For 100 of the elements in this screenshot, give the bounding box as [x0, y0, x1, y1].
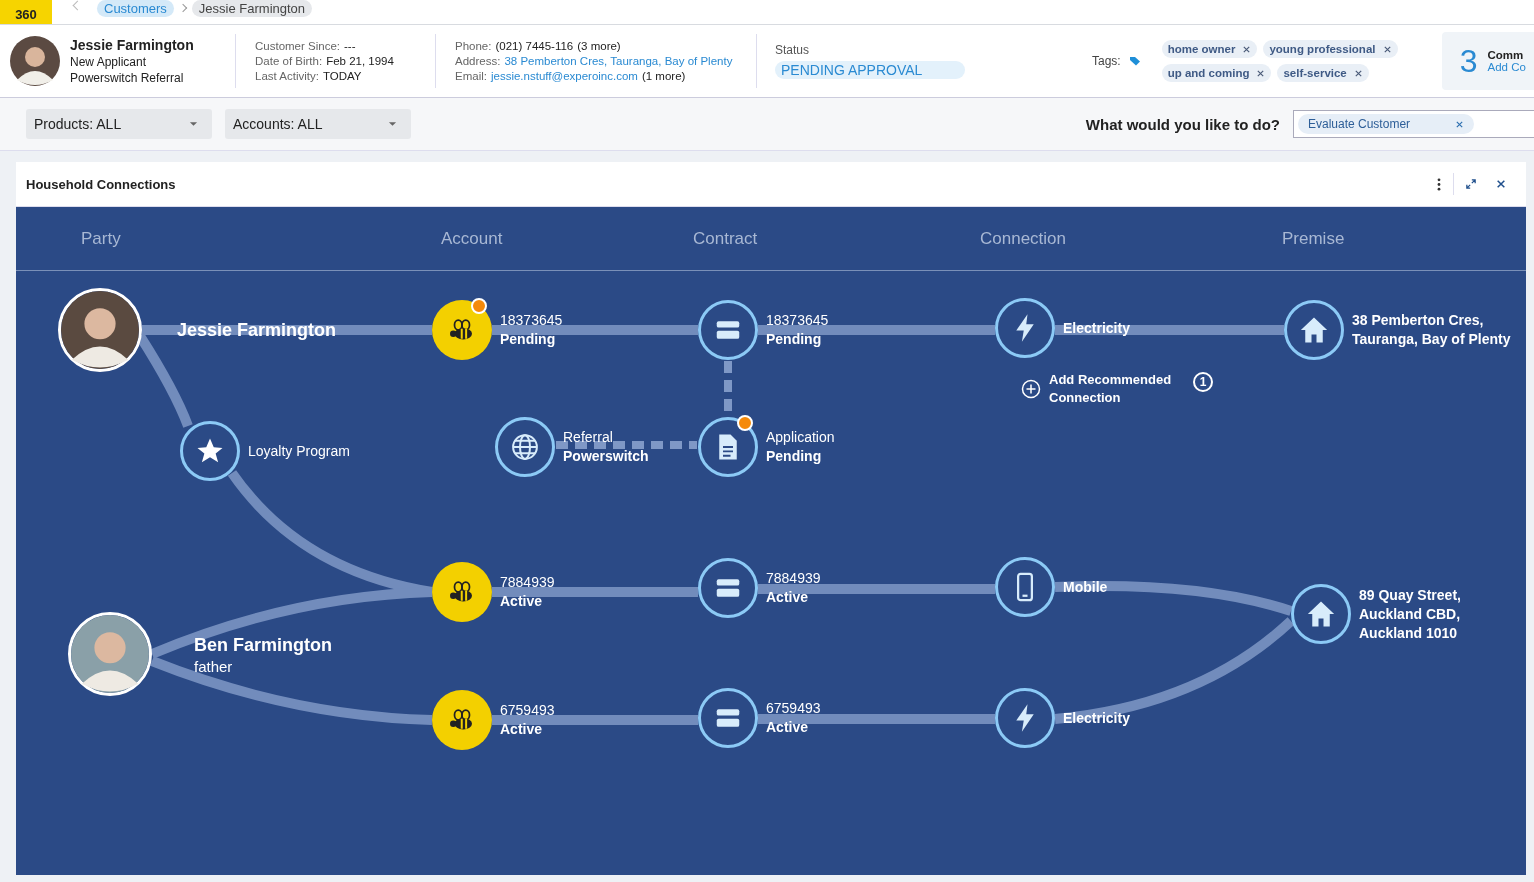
tags-label: Tags: [1092, 54, 1121, 68]
customer-name: Jessie Farmington [70, 37, 195, 53]
detail-value: (021) 7445-116 [495, 40, 574, 52]
tag-icon[interactable] [1128, 55, 1141, 67]
node-label: Jessie Farmington [177, 319, 337, 342]
node-label: Tauranga, Bay of Plenty [1352, 330, 1511, 349]
contract-node[interactable] [698, 688, 758, 748]
detail-link[interactable]: jessie.nstuff@experoinc.com [490, 70, 638, 82]
connection-node[interactable] [995, 688, 1055, 748]
panel-title: Household Connections [26, 176, 176, 192]
more-link[interactable]: (1 more) [641, 70, 686, 82]
app-logo[interactable]: 360 [0, 0, 52, 24]
action-prompt: What would you like to do? [1085, 115, 1280, 133]
node-label: 18373645 [500, 311, 563, 330]
node-label: 7884939 [766, 569, 821, 588]
column-header: Party [81, 228, 121, 249]
node-label: Pending [766, 447, 823, 466]
node-label: 6759493 [500, 701, 555, 720]
tag-chip[interactable]: young professional [1263, 40, 1398, 58]
house-icon [1306, 599, 1336, 629]
comments-title: Comm [1487, 49, 1525, 61]
customer-detail: Powerswitch Referral [70, 71, 185, 85]
node-label: Referral [563, 428, 614, 447]
action-chip[interactable]: Evaluate Customer [1298, 114, 1475, 134]
detail-label: Address: [455, 55, 501, 67]
account-node[interactable] [432, 300, 492, 360]
column-header: Premise [1282, 228, 1345, 249]
remove-icon[interactable] [1242, 44, 1252, 54]
more-link[interactable]: (3 more) [577, 40, 621, 52]
node-label: father [194, 656, 234, 676]
node-label: 7884939 [500, 573, 555, 592]
connection-node[interactable] [995, 298, 1055, 358]
node-label: Pending [500, 330, 557, 349]
account-node[interactable] [432, 562, 492, 622]
tag-chip[interactable]: up and coming [1161, 64, 1272, 82]
node-label: Powerswitch [563, 447, 649, 466]
contract-node[interactable] [698, 558, 758, 618]
filter-dropdown[interactable]: Accounts: ALL [225, 109, 411, 139]
node-label: Active [500, 720, 544, 739]
column-header: Account [441, 228, 503, 249]
column-header: Contract [693, 228, 758, 249]
referral-node[interactable] [495, 417, 555, 477]
tag-text: young professional [1269, 43, 1376, 55]
add-comment-link[interactable]: Add Co [1487, 61, 1526, 73]
remove-icon[interactable] [1382, 44, 1392, 54]
tag-text: home owner [1167, 43, 1236, 55]
filter-dropdown[interactable]: Products: ALL [26, 109, 212, 139]
loyalty-node[interactable] [180, 421, 240, 481]
action-field[interactable]: Evaluate Customer [1293, 110, 1534, 138]
remove-icon[interactable] [1353, 68, 1363, 78]
detail-value: Feb 21, 1994 [326, 55, 394, 67]
node-label: Add Recommended [1049, 371, 1172, 389]
status-label: Status [775, 43, 811, 57]
status-badge: PENDING APPROVAL [775, 61, 965, 79]
node-label: Pending [766, 330, 823, 349]
node-label: Connection [1049, 389, 1122, 407]
detail-value: --- [344, 40, 356, 52]
detail-label: Last Activity: [255, 70, 319, 82]
tag-text: self-service [1283, 67, 1347, 79]
node-label: 89 Quay Street, [1359, 585, 1461, 605]
premise-node[interactable] [1284, 300, 1344, 360]
add-icon[interactable] [1021, 379, 1041, 399]
caret-icon [388, 121, 397, 127]
node-label: 18373645 [766, 311, 829, 330]
count-badge: 1 [1193, 372, 1214, 392]
avatar [10, 36, 60, 86]
node-label: Loyalty Program [248, 441, 350, 461]
premise-node[interactable] [1291, 584, 1351, 644]
node-label: Active [766, 588, 810, 607]
remove-icon[interactable] [1256, 68, 1266, 78]
account-node[interactable] [432, 690, 492, 750]
globe-icon [510, 432, 540, 462]
node-label: Application [766, 428, 835, 447]
application-node[interactable] [698, 417, 758, 477]
house-icon [1299, 315, 1329, 345]
node-label: Mobile [1063, 577, 1108, 597]
tag-text: up and coming [1167, 67, 1250, 79]
detail-link[interactable]: 38 Pemberton Cres, Tauranga, Bay of Plenty [504, 55, 733, 67]
node-label: Electricity [1063, 318, 1130, 338]
node-label: Electricity [1063, 708, 1130, 728]
remove-icon[interactable] [1455, 119, 1465, 129]
chip-text: Evaluate Customer [1308, 117, 1411, 131]
node-label: 6759493 [766, 699, 821, 718]
detail-value: TODAY [322, 70, 362, 82]
close-icon[interactable] [1496, 179, 1506, 189]
customer-detail: New Applicant [70, 55, 148, 69]
expand-icon[interactable] [1466, 179, 1476, 189]
detail-label: Email: [455, 70, 487, 82]
breadcrumb[interactable]: Jessie Farmington [191, 0, 313, 17]
tag-chip[interactable]: home owner [1161, 40, 1258, 58]
node-label: Ben Farmington [194, 633, 332, 657]
detail-label: Customer Since: [255, 40, 340, 52]
contract-node[interactable] [698, 300, 758, 360]
node-label: Active [766, 718, 810, 737]
column-header: Connection [980, 228, 1066, 249]
more-icon[interactable] [1437, 177, 1441, 191]
tag-chip[interactable]: self-service [1277, 64, 1369, 82]
connection-node[interactable] [995, 557, 1055, 617]
detail-label: Date of Birth: [255, 55, 323, 67]
caret-icon [189, 121, 198, 127]
